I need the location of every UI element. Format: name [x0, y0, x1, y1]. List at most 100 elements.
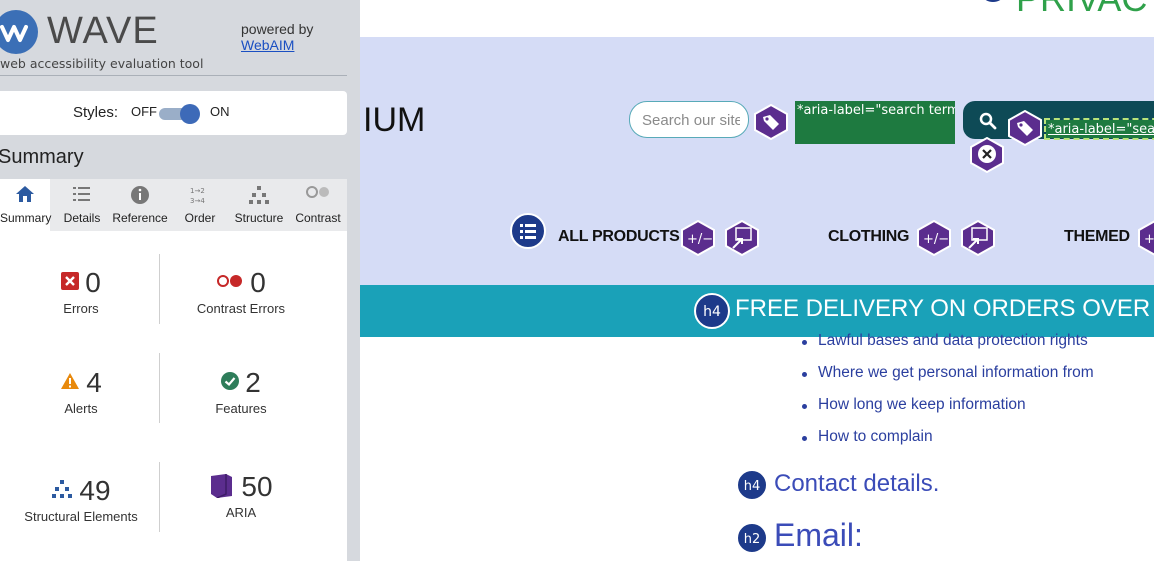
nav-clothing[interactable]: CLOTHING: [828, 228, 909, 246]
styles-toggle-switch[interactable]: [159, 104, 201, 124]
errors-label: Errors: [63, 301, 99, 316]
privacy-heading-text: PRIVACY: [1016, 0, 1154, 20]
styles-toggle-box: Styles: OFF ON: [0, 91, 347, 135]
aria-label: ARIA: [225, 505, 257, 520]
tab-order[interactable]: 1→2 3→4 Order: [178, 179, 222, 231]
search-input[interactable]: Search our site: [629, 101, 749, 138]
wave-sidebar: WAVE web accessibility evaluation tool p…: [0, 0, 360, 561]
alerts-label: Alerts: [64, 401, 98, 416]
tab-contrast-label: Contrast: [295, 211, 341, 225]
info-icon: [108, 179, 172, 205]
features-label: Features: [215, 401, 267, 416]
promo-text: FREE DELIVERY ON ORDERS OVER £50: [735, 295, 1154, 322]
aria-label-tag: *aria-label="search term"*: [795, 101, 955, 144]
error-icon: [61, 271, 80, 295]
svg-text:h4: h4: [744, 479, 761, 494]
stat-features[interactable]: 2 Features: [166, 367, 316, 416]
styles-off-label: OFF: [131, 104, 157, 119]
email-heading: Email:: [774, 517, 863, 553]
aria-icon: [209, 472, 235, 503]
contrast-error-icon: [216, 274, 244, 293]
structural-label: Structural Elements: [24, 509, 138, 524]
tab-structure-label: Structure: [234, 211, 284, 225]
tab-reference[interactable]: Reference: [108, 179, 172, 231]
promo-banner: h4 FREE DELIVERY ON ORDERS OVER £50: [360, 285, 1154, 337]
summary-heading: Summary: [0, 146, 84, 168]
list-structure-icon: [510, 213, 546, 249]
svg-text:+/−: +/−: [923, 232, 949, 247]
stat-contrast-errors[interactable]: 0 Contrast Errors: [166, 267, 316, 316]
list-item[interactable]: Lawful bases and data protection rights: [802, 332, 1088, 350]
svg-text:+/−: +/−: [687, 232, 713, 247]
stat-structural-elements[interactable]: 49 Structural Elements: [6, 475, 156, 524]
contact-details-heading: Contact details.: [774, 470, 940, 497]
svg-text:h4: h4: [703, 304, 721, 320]
search-icon: [979, 112, 997, 130]
aria-hidden-icon: [970, 137, 1004, 173]
divider: [159, 353, 160, 423]
stat-alerts[interactable]: 4 Alerts: [6, 367, 156, 416]
site-header: IUM Search our site *aria-label="search …: [360, 37, 1154, 285]
site-brand[interactable]: IUM: [363, 101, 425, 140]
wave-subtitle: web accessibility evaluation tool: [0, 56, 204, 71]
nav-themed[interactable]: THEMED: [1064, 228, 1130, 246]
svg-text:+/−: +/−: [1144, 232, 1154, 247]
aria-label-tag-icon: [1008, 110, 1042, 146]
svg-text:3→4: 3→4: [190, 197, 205, 205]
aria-count: 50: [241, 471, 273, 502]
svg-text:1→2: 1→2: [190, 187, 205, 195]
aria-label-tag: *aria-label="search"*: [1044, 118, 1154, 140]
alert-icon: [60, 372, 80, 395]
tab-reference-label: Reference: [112, 211, 168, 225]
home-icon: [0, 179, 50, 205]
divider: [0, 75, 347, 76]
h2-badge-icon: h2: [736, 522, 768, 554]
stat-aria[interactable]: 50 ARIA: [166, 471, 316, 520]
errors-count: 0: [85, 267, 101, 298]
nav-all-products[interactable]: ALL PRODUCTS: [558, 228, 680, 246]
aria-popup-icon: [725, 220, 759, 256]
aria-expanded-icon: +/−: [681, 220, 715, 256]
contrast-errors-label: Contrast Errors: [196, 301, 286, 316]
aria-expanded-icon: +/−: [917, 220, 951, 256]
h2-badge-icon: [982, 0, 1004, 4]
tab-structure[interactable]: Structure: [228, 179, 290, 231]
divider: [159, 254, 160, 324]
tab-order-label: Order: [184, 211, 216, 225]
screen: WAVE web accessibility evaluation tool p…: [0, 0, 1154, 561]
styles-on-label: ON: [210, 104, 230, 119]
divider: [159, 462, 160, 532]
wave-title: WAVE: [47, 10, 159, 52]
list-item[interactable]: Where we get personal information from: [802, 364, 1094, 382]
styles-label: Styles:: [73, 104, 119, 121]
structural-count: 49: [79, 475, 111, 506]
summary-panel: 0 Errors 0 Contrast Errors 4 Alerts 2 Fe…: [0, 231, 347, 561]
tab-contrast[interactable]: Contrast: [292, 179, 344, 231]
list-item[interactable]: How long we keep information: [802, 396, 1026, 414]
h4-badge-icon: h4: [736, 469, 768, 501]
web-page: PRIVACY IUM Search our site *aria-label=…: [360, 0, 1154, 561]
webaim-link[interactable]: WebAIM: [241, 37, 294, 53]
structure-icon: [228, 179, 290, 205]
svg-text:h2: h2: [744, 532, 761, 547]
feature-icon: [221, 371, 240, 395]
features-count: 2: [245, 367, 261, 398]
h4-badge-icon: h4: [694, 293, 730, 329]
contrast-errors-count: 0: [250, 267, 266, 298]
alerts-count: 4: [86, 367, 102, 398]
wave-logo-icon: [0, 10, 38, 54]
aria-expanded-icon: +/−: [1138, 220, 1154, 256]
tab-summary-label: Summary: [0, 211, 52, 225]
stat-errors[interactable]: 0 Errors: [6, 267, 156, 316]
list-item[interactable]: How to complain: [802, 428, 933, 446]
list-icon: [57, 179, 107, 205]
aria-label-tag-icon: [754, 104, 788, 140]
search-placeholder: Search our site: [642, 112, 740, 129]
wave-tabs: Summary Details Reference 1→23→4 Order: [0, 179, 347, 231]
aria-popup-icon: [961, 220, 995, 256]
tab-summary[interactable]: Summary: [0, 179, 52, 231]
tab-details-label: Details: [63, 211, 101, 225]
tab-details[interactable]: Details: [57, 179, 107, 231]
powered-by-text: powered by: [241, 21, 314, 37]
order-icon: 1→2 3→4: [178, 179, 222, 205]
